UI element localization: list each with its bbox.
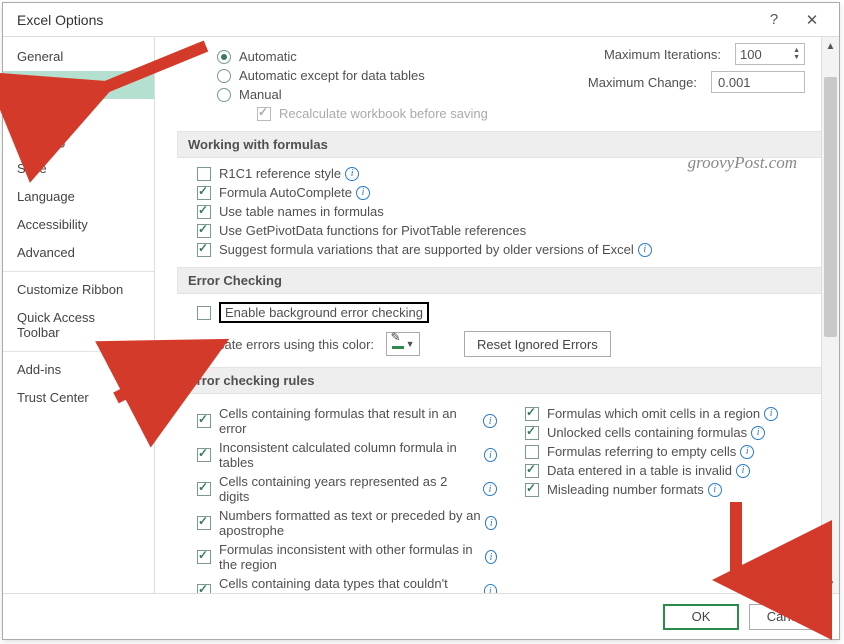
ok-button[interactable]: OK [663, 604, 739, 630]
checkbox-icon [197, 243, 211, 257]
sidebar-item-language[interactable]: Language [3, 183, 154, 211]
info-icon[interactable]: i [483, 414, 497, 428]
scroll-up-icon[interactable]: ▲ [822, 37, 839, 55]
checkbox-icon [197, 550, 211, 564]
info-icon[interactable]: i [740, 445, 754, 459]
info-icon[interactable]: i [484, 448, 497, 462]
max-iter-input[interactable]: 100 ▲▼ [735, 43, 805, 65]
sidebar-item-proofing[interactable]: Proofing [3, 127, 154, 155]
radio-icon [217, 69, 231, 83]
watermark-text: groovyPost.com [688, 153, 797, 173]
info-icon[interactable]: i [484, 584, 497, 593]
annotation-arrow-3 [716, 498, 756, 597]
radio-icon [217, 50, 231, 64]
cancel-button[interactable]: Cancel [749, 604, 825, 630]
scroll-thumb[interactable] [824, 77, 837, 337]
checkbox-icon [197, 516, 211, 530]
rule-left-0[interactable]: Cells containing formulas that result in… [197, 406, 497, 436]
checkbox-icon [525, 483, 539, 497]
chevron-down-icon: ▼ [406, 339, 415, 349]
checkbox-icon [197, 414, 211, 428]
dialog-footer: OK Cancel [3, 593, 839, 639]
sidebar-item-customize-ribbon[interactable]: Customize Ribbon [3, 271, 154, 304]
rule-right-2[interactable]: Formulas referring to empty cellsi [525, 444, 825, 459]
scrollbar[interactable]: ▲ ▼ [821, 37, 839, 593]
info-icon[interactable]: i [736, 464, 750, 478]
checkbox-icon [197, 482, 211, 496]
rule-left-3[interactable]: Numbers formatted as text or preceded by… [197, 508, 497, 538]
chk-autocomplete[interactable]: Formula AutoCompletei [197, 185, 825, 200]
dialog-title: Excel Options [17, 12, 755, 28]
info-icon[interactable]: i [485, 516, 497, 530]
max-iter-label: Maximum Iterations: [604, 47, 721, 62]
sidebar-item-save[interactable]: Save [3, 155, 154, 183]
reset-ignored-button[interactable]: Reset Ignored Errors [464, 331, 611, 357]
rule-left-2[interactable]: Cells containing years represented as 2 … [197, 474, 497, 504]
max-change-input[interactable]: 0.001 [711, 71, 805, 93]
info-icon[interactable]: i [485, 550, 497, 564]
checkbox-icon [197, 167, 211, 181]
rule-left-1[interactable]: Inconsistent calculated column formula i… [197, 440, 497, 470]
checkbox-icon [197, 448, 211, 462]
rule-left-4[interactable]: Formulas inconsistent with other formula… [197, 542, 497, 572]
checkbox-icon [197, 584, 211, 593]
help-button[interactable]: ? [755, 3, 793, 37]
annotation-arrow-1 [86, 36, 216, 109]
scroll-down-icon[interactable]: ▼ [822, 575, 839, 593]
checkbox-icon [525, 464, 539, 478]
sidebar-item-advanced[interactable]: Advanced [3, 239, 154, 267]
chk-suggest[interactable]: Suggest formula variations that are supp… [197, 242, 825, 257]
checkbox-icon [257, 107, 271, 121]
info-icon[interactable]: i [638, 243, 652, 257]
category-sidebar: General Formulas Data Proofing Save Lang… [3, 37, 155, 593]
rule-right-0[interactable]: Formulas which omit cells in a regioni [525, 406, 825, 421]
close-button[interactable]: ✕ [793, 3, 831, 37]
rule-left-5[interactable]: Cells containing data types that couldn'… [197, 576, 497, 593]
sidebar-item-accessibility[interactable]: Accessibility [3, 211, 154, 239]
rule-right-1[interactable]: Unlocked cells containing formulasi [525, 425, 825, 440]
checkbox-icon [525, 407, 539, 421]
spinner-icon[interactable]: ▲▼ [793, 47, 800, 61]
info-icon[interactable]: i [483, 482, 497, 496]
iteration-panel: Maximum Iterations: 100 ▲▼ Maximum Chang… [588, 43, 805, 93]
chk-recalc: Recalculate workbook before saving [257, 106, 825, 121]
chk-table-names[interactable]: Use table names in formulas [197, 204, 825, 219]
info-icon[interactable]: i [708, 483, 722, 497]
titlebar: Excel Options ? ✕ [3, 3, 839, 37]
checkbox-icon [197, 186, 211, 200]
rule-right-4[interactable]: Misleading number formatsi [525, 482, 825, 497]
checkbox-icon [197, 224, 211, 238]
max-change-label: Maximum Change: [588, 75, 697, 90]
checkbox-icon [525, 445, 539, 459]
info-icon[interactable]: i [356, 186, 370, 200]
checkbox-icon [197, 205, 211, 219]
chk-enable-error[interactable] [197, 306, 211, 320]
rule-right-3[interactable]: Data entered in a table is invalidi [525, 463, 825, 478]
section-error-rules: Error checking rules [177, 367, 825, 394]
info-icon[interactable]: i [764, 407, 778, 421]
info-icon[interactable]: i [751, 426, 765, 440]
enable-error-label: Enable background error checking [219, 302, 429, 323]
section-error-check: Error Checking [177, 267, 825, 294]
annotation-arrow-2 [108, 338, 228, 411]
chk-getpivot[interactable]: Use GetPivotData functions for PivotTabl… [197, 223, 825, 238]
checkbox-icon [525, 426, 539, 440]
error-color-picker[interactable]: ▼ [386, 332, 420, 356]
color-swatch-icon [392, 339, 404, 349]
info-icon[interactable]: i [345, 167, 359, 181]
radio-icon [217, 88, 231, 102]
